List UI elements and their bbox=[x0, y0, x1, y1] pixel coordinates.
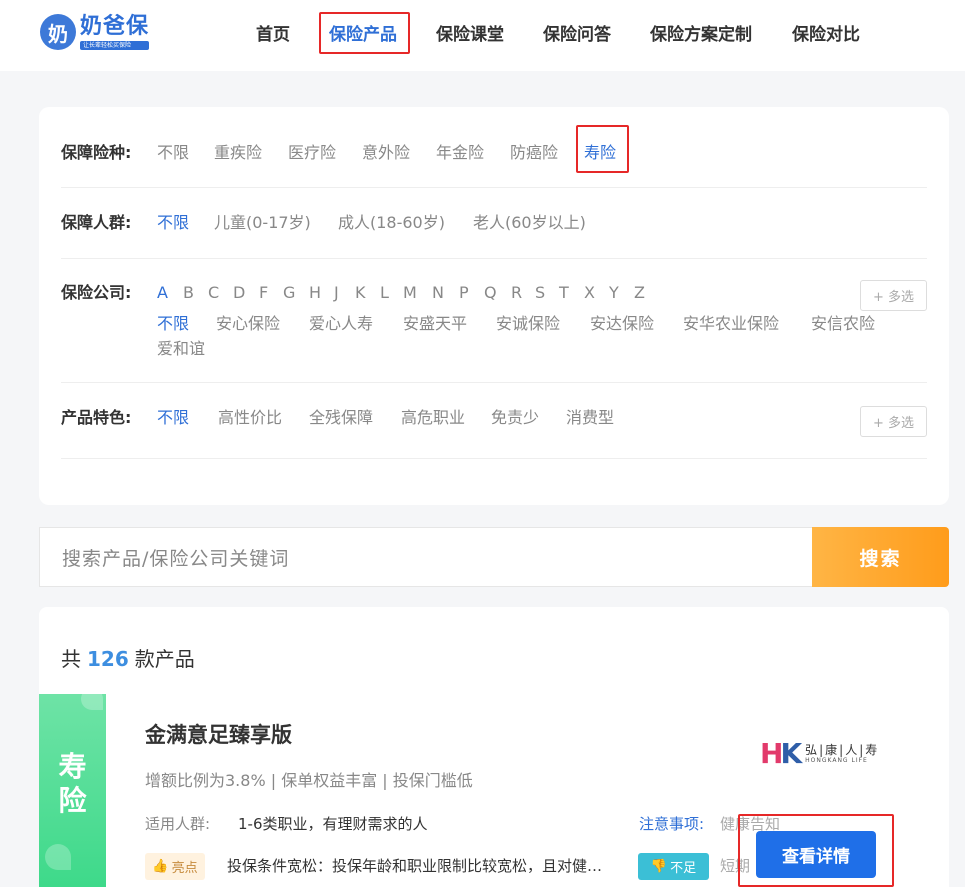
filter-crowd-children[interactable]: 儿童(0-17岁) bbox=[214, 213, 311, 233]
logo-name: 奶爸保 bbox=[80, 13, 150, 39]
result-count-suffix: 款产品 bbox=[134, 647, 195, 671]
filter-type-accident[interactable]: 意外险 bbox=[362, 143, 410, 163]
filter-type-medical[interactable]: 医疗险 bbox=[288, 143, 336, 163]
divider bbox=[61, 458, 927, 459]
search-button[interactable]: 搜索 bbox=[812, 527, 949, 587]
filter-company-ancheng[interactable]: 安诚保险 bbox=[496, 314, 560, 334]
feature-multi-select-button[interactable]: + 多选 bbox=[860, 406, 927, 437]
filter-type-critical[interactable]: 重疾险 bbox=[214, 143, 262, 163]
thumbs-down-icon: 👎 bbox=[650, 859, 668, 874]
letter-k[interactable]: K bbox=[355, 283, 366, 303]
filter-feature-value[interactable]: 高性价比 bbox=[218, 408, 282, 428]
product-category-tag: 寿险 bbox=[39, 694, 106, 887]
filter-type-annuity[interactable]: 年金险 bbox=[436, 143, 484, 163]
letter-m[interactable]: M bbox=[403, 283, 417, 303]
note-label: 注意事项: bbox=[639, 815, 705, 833]
letter-n[interactable]: N bbox=[432, 283, 444, 303]
filter-company-aiheyi[interactable]: 爱和谊 bbox=[157, 339, 205, 359]
company-multi-select-button[interactable]: + 多选 bbox=[860, 280, 927, 311]
letter-q[interactable]: Q bbox=[484, 283, 497, 303]
filter-crowd-any[interactable]: 不限 bbox=[157, 213, 189, 233]
letter-p[interactable]: P bbox=[459, 283, 469, 303]
letter-y[interactable]: Y bbox=[609, 283, 619, 303]
letter-b[interactable]: B bbox=[183, 283, 194, 303]
hongkang-mark-icon: HK bbox=[760, 737, 802, 770]
letter-f[interactable]: F bbox=[259, 283, 268, 303]
nav-custom-plan[interactable]: 保险方案定制 bbox=[650, 24, 752, 46]
site-logo[interactable]: 奶 奶爸保 让长辈轻松买保险 bbox=[40, 13, 150, 50]
top-header: 奶 奶爸保 让长辈轻松买保险 首页 保险产品 保险课堂 保险问答 保险方案定制 … bbox=[0, 0, 965, 71]
filter-company-label: 保险公司: bbox=[61, 283, 132, 302]
nav-qa[interactable]: 保险问答 bbox=[543, 24, 611, 46]
filter-crowd-elderly[interactable]: 老人(60岁以上) bbox=[473, 213, 586, 233]
divider bbox=[61, 258, 927, 259]
nav-compare[interactable]: 保险对比 bbox=[792, 24, 860, 46]
leaf-icon bbox=[45, 844, 71, 870]
company-logo-en: HONGKANG LIFE bbox=[805, 757, 868, 764]
filter-crowd-label: 保障人群: bbox=[61, 213, 132, 232]
nav-classroom[interactable]: 保险课堂 bbox=[436, 24, 504, 46]
letter-a[interactable]: A bbox=[157, 283, 168, 303]
view-detail-highlight bbox=[738, 814, 894, 887]
product-title[interactable]: 金满意足臻享版 bbox=[145, 722, 292, 748]
filter-company-any[interactable]: 不限 bbox=[157, 314, 189, 334]
filter-feature-few-exclusions[interactable]: 免责少 bbox=[491, 408, 539, 428]
letter-z[interactable]: Z bbox=[634, 283, 645, 303]
letter-d[interactable]: D bbox=[233, 283, 245, 303]
filter-company-anhua[interactable]: 安华农业保险 bbox=[683, 314, 779, 334]
product-category-label: 寿险 bbox=[39, 750, 106, 818]
logo-badge-icon: 奶 bbox=[40, 14, 76, 50]
company-logo-cn: 弘|康|人|寿 bbox=[805, 743, 880, 757]
pros-tag: 👍 亮点 bbox=[145, 853, 205, 880]
result-count-number: 126 bbox=[87, 647, 129, 671]
filter-type-cancer[interactable]: 防癌险 bbox=[510, 143, 558, 163]
filter-crowd-adults[interactable]: 成人(18-60岁) bbox=[338, 213, 445, 233]
filter-feature-disability[interactable]: 全残保障 bbox=[309, 408, 373, 428]
product-category-text: 寿险 bbox=[58, 750, 87, 817]
filter-company-anxin-agri[interactable]: 安信农险 bbox=[811, 314, 875, 334]
filter-company-aixin[interactable]: 爱心人寿 bbox=[309, 314, 373, 334]
logo-slogan: 让长辈轻松买保险 bbox=[80, 40, 150, 50]
pros-text: 投保条件宽松：投保年龄和职业限制比较宽松，且对健康告知要求不高 bbox=[227, 857, 607, 875]
letter-h[interactable]: H bbox=[309, 283, 321, 303]
crowd-value: 1-6类职业，有理财需求的人 bbox=[238, 815, 428, 833]
logo-text-group: 奶爸保 让长辈轻松买保险 bbox=[80, 13, 150, 50]
result-count: 共 126 款产品 bbox=[61, 647, 195, 671]
result-count-prefix: 共 bbox=[61, 647, 81, 671]
filter-feature-any[interactable]: 不限 bbox=[157, 408, 189, 428]
filter-type-label: 保障险种: bbox=[61, 143, 132, 162]
filter-feature-consumer[interactable]: 消费型 bbox=[566, 408, 614, 428]
filter-company-ansheng[interactable]: 安盛天平 bbox=[403, 314, 467, 334]
letter-c[interactable]: C bbox=[208, 283, 219, 303]
letter-j[interactable]: J bbox=[334, 283, 339, 303]
leaf-icon bbox=[81, 694, 103, 710]
company-logo: HK 弘|康|人|寿 HONGKANG LIFE bbox=[760, 740, 879, 768]
letter-g[interactable]: G bbox=[283, 283, 295, 303]
pros-tag-label: 亮点 bbox=[171, 861, 198, 876]
search-input[interactable]: 搜索产品/保险公司关键词 bbox=[39, 527, 813, 587]
crowd-label: 适用人群: bbox=[145, 815, 211, 833]
filter-feature-label: 产品特色: bbox=[61, 408, 132, 427]
filter-panel: 保障险种: 不限 重疾险 医疗险 意外险 年金险 防癌险 寿险 保障人群: 不限… bbox=[39, 107, 949, 505]
filter-company-anxin[interactable]: 安心保险 bbox=[216, 314, 280, 334]
filter-type-life-highlight bbox=[576, 125, 629, 173]
cons-tag: 👎 不足 bbox=[638, 853, 709, 880]
product-features: 增额比例为3.8% | 保单权益丰富 | 投保门槛低 bbox=[145, 771, 473, 790]
letter-r[interactable]: R bbox=[511, 283, 522, 303]
cons-tag-label: 不足 bbox=[670, 861, 697, 876]
letter-s[interactable]: S bbox=[535, 283, 545, 303]
filter-feature-high-risk[interactable]: 高危职业 bbox=[401, 408, 465, 428]
divider bbox=[61, 382, 927, 383]
letter-l[interactable]: L bbox=[380, 283, 389, 303]
letter-t[interactable]: T bbox=[559, 283, 569, 303]
company-logo-text: 弘|康|人|寿 HONGKANG LIFE bbox=[805, 743, 879, 765]
filter-company-anda[interactable]: 安达保险 bbox=[590, 314, 654, 334]
divider bbox=[61, 187, 927, 188]
filter-type-any[interactable]: 不限 bbox=[157, 143, 189, 163]
nav-products-highlight bbox=[319, 12, 410, 54]
nav-home[interactable]: 首页 bbox=[256, 24, 290, 46]
letter-x[interactable]: X bbox=[584, 283, 595, 303]
thumbs-up-icon: 👍 bbox=[152, 859, 169, 874]
